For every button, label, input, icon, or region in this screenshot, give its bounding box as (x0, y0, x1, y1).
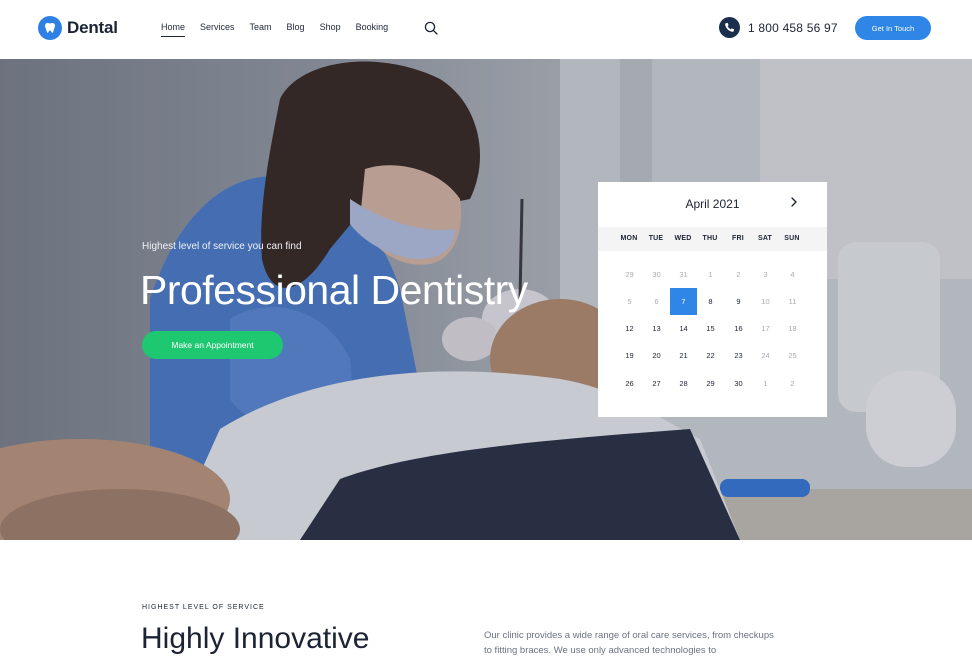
section-title: Highly Innovative (141, 622, 370, 655)
get-in-touch-button[interactable]: Get In Touch (855, 16, 931, 40)
nav-item-blog[interactable]: Blog (287, 22, 305, 37)
hero-title: Professional Dentistry (140, 267, 528, 313)
calendar-day[interactable]: 26 (616, 370, 643, 397)
site-header: Dental Home Services Team Blog Shop Book… (0, 0, 972, 59)
booking-calendar: April 2021 MON TUE WED THU FRI SAT SUN 29 30 31 1… (598, 182, 827, 417)
calendar-day: 2 (790, 379, 795, 388)
calendar-day: 30 (652, 270, 661, 279)
calendar-day: 29 (625, 270, 634, 279)
calendar-day: 24 (761, 351, 770, 360)
calendar-day[interactable]: 29 (697, 370, 724, 397)
make-appointment-button[interactable]: Make an Appointment (142, 331, 283, 359)
weekday-wed: WED (674, 235, 692, 242)
tooth-icon (38, 16, 62, 40)
brand-name: Dental (67, 18, 118, 37)
weekday-tue: TUE (648, 235, 664, 242)
calendar-day: 11 (788, 297, 797, 306)
calendar-day[interactable]: 14 (670, 315, 697, 342)
section-overline: HIGHEST LEVEL OF SERVICE (142, 604, 265, 611)
calendar-day: 6 (654, 297, 659, 306)
weekday-sat: SAT (757, 235, 773, 242)
hero-section: Highest level of service you can find Pr… (0, 59, 972, 540)
calendar-weekday-header: MON TUE WED THU FRI SAT SUN (598, 227, 827, 251)
calendar-day: 31 (679, 270, 688, 279)
calendar-day: 10 (761, 297, 770, 306)
calendar-day[interactable]: 30 (725, 370, 752, 397)
calendar-day: 25 (788, 351, 797, 360)
main-nav: Home Services Team Blog Shop Booking (161, 22, 403, 37)
nav-item-services[interactable]: Services (200, 22, 235, 37)
nav-item-home[interactable]: Home (161, 22, 186, 37)
calendar-day[interactable]: 28 (670, 370, 697, 397)
calendar-day: 17 (761, 324, 770, 333)
calendar-day: 4 (790, 270, 795, 279)
section-description: Our clinic provides a wide range of oral… (484, 630, 774, 656)
calendar-day: 18 (788, 324, 797, 333)
calendar-day[interactable]: 20 (643, 342, 670, 369)
hero-overline: Highest level of service you can find (142, 241, 302, 252)
calendar-day[interactable]: 19 (616, 342, 643, 369)
calendar-day[interactable]: 8 (697, 288, 724, 315)
nav-item-shop[interactable]: Shop (320, 22, 341, 37)
calendar-day[interactable]: 27 (643, 370, 670, 397)
calendar-day[interactable]: 12 (616, 315, 643, 342)
calendar-day: 1 (763, 379, 768, 388)
calendar-day[interactable]: 23 (725, 342, 752, 369)
chevron-right-icon[interactable] (790, 196, 798, 210)
calendar-day: 2 (736, 270, 741, 279)
calendar-day: 1 (708, 270, 713, 279)
weekday-fri: FRI (732, 235, 744, 242)
calendar-day[interactable]: 16 (725, 315, 752, 342)
calendar-day[interactable]: 9 (725, 288, 752, 315)
calendar-day[interactable]: 15 (697, 315, 724, 342)
weekday-thu: THU (702, 235, 718, 242)
weekday-mon: MON (620, 235, 638, 242)
logo[interactable]: Dental (38, 16, 118, 40)
phone-number[interactable]: 1 800 458 56 97 (748, 21, 838, 35)
weekday-sun: SUN (784, 235, 800, 242)
calendar-day[interactable]: 22 (697, 342, 724, 369)
calendar-day: 3 (763, 270, 768, 279)
calendar-day-selected[interactable]: 7 (670, 288, 697, 315)
calendar-day[interactable]: 13 (643, 315, 670, 342)
nav-item-team[interactable]: Team (250, 22, 272, 37)
calendar-day: 5 (627, 297, 632, 306)
calendar-day[interactable]: 21 (670, 342, 697, 369)
search-icon[interactable] (424, 21, 438, 35)
phone-icon[interactable] (719, 17, 740, 38)
nav-item-booking[interactable]: Booking (356, 22, 389, 37)
